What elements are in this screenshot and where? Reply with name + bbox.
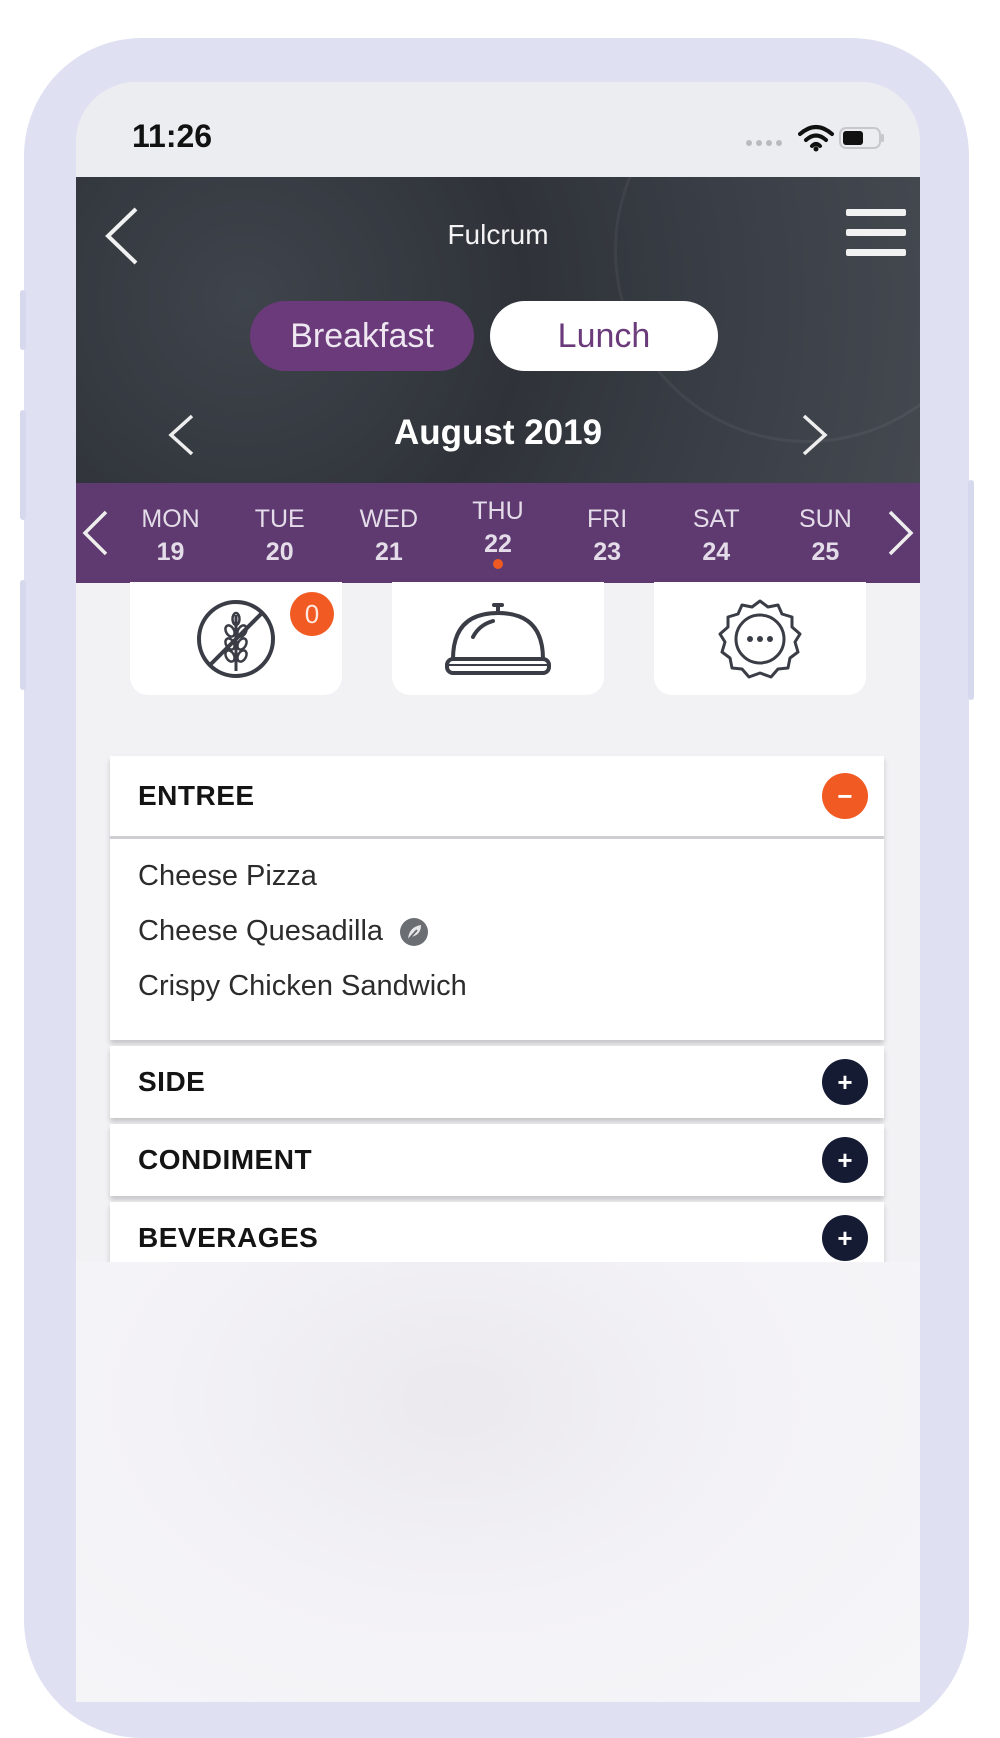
next-week-button[interactable]: [886, 509, 916, 557]
section-title: ENTREE: [138, 780, 255, 811]
section-title: CONDIMENT: [138, 1144, 313, 1175]
day-sat[interactable]: SAT 24: [666, 483, 766, 583]
phone-side-button: [968, 480, 974, 700]
menu-item[interactable]: Crispy Chicken Sandwich: [138, 959, 856, 1014]
month-navigator: August 2019: [76, 405, 920, 465]
header: Fulcrum Breakfast Lunch August 2019: [76, 82, 920, 483]
dietary-filter-tile[interactable]: 0: [130, 582, 342, 695]
section-header-entree[interactable]: ENTREE −: [110, 756, 884, 839]
menu-item[interactable]: Cheese Quesadilla: [138, 904, 856, 959]
expand-button[interactable]: +: [822, 1059, 868, 1105]
vegetarian-icon: [400, 917, 429, 946]
status-time: 11:26: [132, 118, 213, 154]
meal-toggle: Breakfast Lunch: [250, 301, 718, 371]
menu-item[interactable]: Cheese Pizza: [138, 849, 856, 904]
expand-button[interactable]: +: [822, 1137, 868, 1183]
more-options-badge-icon: [718, 599, 802, 678]
hamburger-menu-icon[interactable]: [846, 209, 906, 265]
more-options-tile[interactable]: [654, 582, 866, 695]
section-header-condiment[interactable]: CONDIMENT +: [110, 1124, 884, 1196]
entree-items: Cheese Pizza Cheese Quesadilla Crispy Ch…: [110, 839, 884, 1040]
background-image: [76, 1262, 920, 1702]
next-month-button[interactable]: [800, 413, 830, 457]
app-screen: 11:26 Fulcrum Breakfast Lunch August 201…: [76, 82, 920, 1702]
month-label: August 2019: [393, 413, 603, 452]
previous-week-button[interactable]: [80, 509, 110, 557]
cloche-icon: [445, 602, 551, 675]
section-header-side[interactable]: SIDE +: [110, 1046, 884, 1118]
day-thu-selected[interactable]: THU 22: [448, 483, 548, 583]
section-title: SIDE: [138, 1066, 206, 1097]
plus-icon: +: [837, 1067, 853, 1097]
tab-breakfast[interactable]: Breakfast: [250, 301, 474, 371]
plus-icon: +: [837, 1145, 853, 1175]
week-day-selector: MON 19 TUE 20 WED 21 THU 22 FRI 23 SAT 24 SUN 2…: [76, 483, 920, 583]
day-sun[interactable]: SUN 25: [775, 483, 875, 583]
selected-day-indicator: [492, 559, 503, 569]
expand-button[interactable]: +: [822, 1215, 868, 1261]
section-side: SIDE +: [110, 1046, 884, 1118]
filter-count-badge: 0: [290, 592, 334, 636]
menu-section-list: ENTREE − Cheese Pizza Cheese Quesadilla …: [110, 756, 884, 1280]
app-title: Fulcrum: [447, 219, 549, 250]
collapse-button[interactable]: −: [822, 773, 868, 819]
minus-icon: −: [837, 781, 853, 811]
section-title: BEVERAGES: [138, 1222, 319, 1253]
gluten-free-icon: [197, 599, 275, 678]
section-condiment: CONDIMENT +: [110, 1124, 884, 1196]
day-wed[interactable]: WED 21: [339, 483, 439, 583]
phone-side-button: [20, 410, 26, 520]
day-mon[interactable]: MON 19: [121, 483, 221, 583]
phone-side-button: [20, 290, 26, 350]
filter-tiles: 0: [130, 582, 866, 695]
phone-side-button: [20, 580, 26, 690]
day-fri[interactable]: FRI 23: [557, 483, 657, 583]
menu-tile[interactable]: [392, 582, 604, 695]
day-tue[interactable]: TUE 20: [230, 483, 330, 583]
tab-lunch[interactable]: Lunch: [490, 301, 718, 371]
plus-icon: +: [837, 1223, 853, 1253]
section-entree: ENTREE − Cheese Pizza Cheese Quesadilla …: [110, 756, 884, 1040]
